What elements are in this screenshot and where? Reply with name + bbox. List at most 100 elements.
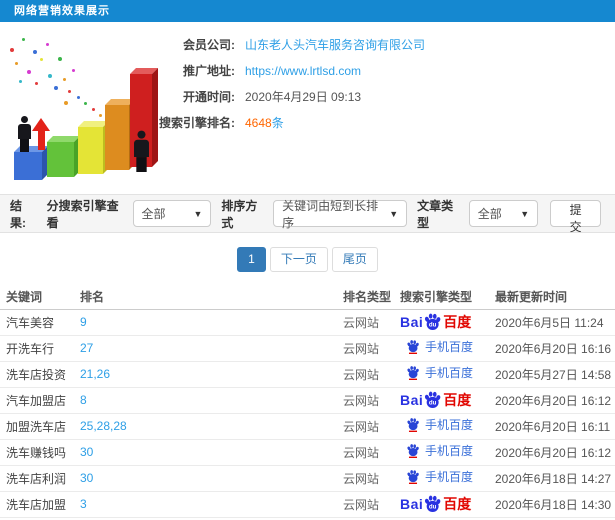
rank-link[interactable]: 3 — [80, 497, 87, 511]
table-row: 汽车加盟店 8 云网站 Bai du 百度 2020年6月20日 16:12 — [0, 387, 615, 414]
keyword-cell: 开洗车行 — [0, 335, 80, 362]
baidu-logo-latin: Bai — [400, 392, 424, 408]
keyword-cell: 汽车美容 — [0, 309, 80, 336]
illustration-bar-blue — [14, 146, 48, 180]
baidu-logo: Bai du 百度 — [400, 390, 471, 411]
table-row: 洗车赚钱吗 30 云网站 手机百度 2020年6月20日 16:12 — [0, 439, 615, 466]
rank-type-cell: 云网站 — [343, 491, 400, 518]
baidu-logo: Bai du 百度 — [400, 494, 471, 515]
mobile-baidu-logo: 手机百度 — [400, 469, 473, 484]
svg-text:du: du — [429, 503, 437, 510]
engine-select-value: 全部 — [141, 207, 166, 221]
info-row-url: 推广地址: https://www.lrtlsd.com — [0, 62, 615, 79]
article-type-select-value: 全部 — [477, 207, 502, 221]
rank-type-cell: 云网站 — [343, 439, 400, 466]
chevron-down-icon: ▼ — [193, 208, 203, 219]
engine-select[interactable]: 全部 ▼ — [132, 200, 212, 227]
table-row: 洗车店加盟 3 云网站 Bai du 百度 2020年6月18日 14:30 — [0, 491, 615, 518]
rank-type-cell: 云网站 — [343, 309, 400, 336]
chevron-down-icon: ▼ — [389, 208, 399, 219]
sort-select[interactable]: 关键词由短到长排序 ▼ — [273, 199, 408, 230]
mobile-baidu-paw-icon — [407, 418, 419, 432]
column-update-time: 最新更新时间 — [495, 284, 615, 310]
rank-type-cell: 云网站 — [343, 335, 400, 362]
filter-bar: 结果: 分搜索引擎查看 全部 ▼ 排序方式 关键词由短到长排序 ▼ 文章类型 全… — [0, 194, 615, 234]
sort-filter-label: 排序方式 — [221, 198, 258, 230]
submit-button[interactable]: 提交 — [550, 200, 601, 234]
rank-link[interactable]: 30 — [80, 445, 93, 459]
engine-cell: 手机百度 — [400, 413, 495, 440]
baidu-logo-cn: 百度 — [443, 314, 472, 330]
rank-link[interactable]: 9 — [80, 315, 87, 329]
update-time-cell: 2020年6月18日 14:27 — [495, 465, 615, 492]
baidu-paw-icon: du — [425, 391, 441, 408]
rank-count-value: 4648条 — [245, 114, 284, 131]
table-row: 汽车美容 9 云网站 Bai du 百度 2020年6月5日 11:24 — [0, 309, 615, 336]
pagination: 1 下一页 尾页 — [0, 247, 615, 272]
engine-filter-label: 分搜索引擎查看 — [46, 198, 119, 230]
info-rows: 会员公司: 山东老人头汽车服务咨询有限公司 推广地址: https://www.… — [0, 36, 615, 140]
svg-text:du: du — [429, 399, 437, 406]
rank-type-cell: 云网站 — [343, 413, 400, 440]
engine-cell: 手机百度 — [400, 439, 495, 466]
engine-cell: 手机百度 — [400, 361, 495, 388]
update-time-cell: 2020年6月18日 14:30 — [495, 491, 615, 518]
rank-link[interactable]: 30 — [80, 471, 93, 485]
mobile-baidu-label: 手机百度 — [425, 365, 474, 380]
article-type-select[interactable]: 全部 ▼ — [468, 200, 539, 227]
rank-type-cell: 云网站 — [343, 387, 400, 414]
rank-count-label: 搜索引擎排名: — [159, 116, 235, 130]
info-section: 会员公司: 山东老人头汽车服务咨询有限公司 推广地址: https://www.… — [0, 22, 615, 194]
column-rank: 排名 — [80, 284, 343, 310]
keyword-cell: 洗车店加盟 — [0, 491, 80, 518]
rank-cell: 30 — [80, 465, 343, 492]
baidu-logo-cn: 百度 — [443, 392, 472, 408]
baidu-paw-icon: du — [425, 495, 441, 512]
page: 网络营销效果展示 会员公司: 山东老人头汽车服务咨询有限公司 推广地址: htt… — [0, 0, 615, 520]
column-keyword: 关键词 — [0, 284, 80, 310]
company-label: 会员公司: — [183, 38, 235, 52]
results-table: 关键词 排名 排名类型 搜索引擎类型 最新更新时间 汽车美容 9 云网站 Bai… — [0, 284, 615, 518]
promo-url-link[interactable]: https://www.lrtlsd.com — [245, 64, 361, 78]
rank-cell: 21,26 — [80, 361, 343, 388]
keyword-cell: 洗车店利润 — [0, 465, 80, 492]
baidu-logo-latin: Bai — [400, 496, 424, 512]
table-body: 汽车美容 9 云网站 Bai du 百度 2020年6月5日 11:24 开洗车… — [0, 309, 615, 518]
table-row: 加盟洗车店 25,28,28 云网站 手机百度 2020年6月20日 16:11 — [0, 413, 615, 440]
keyword-cell: 洗车店投资 — [0, 361, 80, 388]
rank-cell: 9 — [80, 309, 343, 336]
mobile-baidu-label: 手机百度 — [425, 417, 474, 432]
company-link[interactable]: 山东老人头汽车服务咨询有限公司 — [245, 36, 425, 53]
update-time-cell: 2020年6月20日 16:16 — [495, 335, 615, 362]
next-page-button[interactable]: 下一页 — [269, 247, 328, 272]
rank-link[interactable]: 27 — [80, 341, 93, 355]
mobile-baidu-logo: 手机百度 — [400, 443, 473, 458]
keyword-cell: 加盟洗车店 — [0, 413, 80, 440]
rank-count-number: 4648 — [245, 116, 272, 130]
rank-cell: 25,28,28 — [80, 413, 343, 440]
mobile-baidu-paw-icon — [407, 340, 419, 354]
rank-type-cell: 云网站 — [343, 465, 400, 492]
table-row: 洗车店投资 21,26 云网站 手机百度 2020年5月27日 14:58 — [0, 361, 615, 388]
rank-link[interactable]: 8 — [80, 393, 87, 407]
update-time-cell: 2020年5月27日 14:58 — [495, 361, 615, 388]
result-label: 结果: — [10, 198, 26, 230]
baidu-paw-icon: du — [425, 313, 441, 330]
rank-count-unit: 条 — [271, 116, 284, 130]
last-page-button[interactable]: 尾页 — [331, 247, 378, 272]
open-time-label: 开通时间: — [183, 90, 235, 104]
type-filter-label: 文章类型 — [417, 198, 454, 230]
engine-cell: 手机百度 — [400, 465, 495, 492]
page-button-current[interactable]: 1 — [237, 247, 266, 272]
baidu-logo-latin: Bai — [400, 314, 424, 330]
mobile-baidu-logo: 手机百度 — [400, 365, 473, 380]
rank-link[interactable]: 21,26 — [80, 367, 110, 381]
mobile-baidu-paw-icon — [407, 444, 419, 458]
page-title: 网络营销效果展示 — [0, 0, 615, 22]
mobile-baidu-label: 手机百度 — [425, 339, 474, 354]
svg-text:du: du — [429, 321, 437, 328]
rank-cell: 30 — [80, 439, 343, 466]
rank-link[interactable]: 25,28,28 — [80, 419, 127, 433]
chevron-down-icon: ▼ — [520, 208, 530, 219]
engine-cell: Bai du 百度 — [400, 309, 495, 336]
